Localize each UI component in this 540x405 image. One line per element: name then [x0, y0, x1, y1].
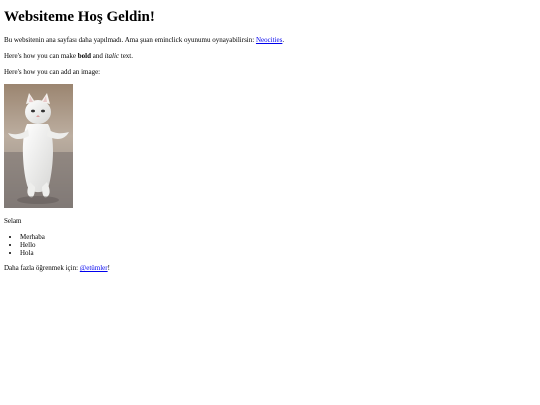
- learn-more-link[interactable]: @etümler: [80, 264, 108, 272]
- list-item: Merhaba: [20, 233, 534, 241]
- italic-example: italic: [104, 52, 119, 60]
- page-content: Websiteme Hoş Geldin! Bu websitenin ana …: [4, 8, 534, 280]
- intro-text: Bu websitenin ana sayfası daha yapılmadı…: [4, 36, 256, 44]
- greeting-text: Selam: [4, 217, 22, 225]
- intro-paragraph: Bu websitenin ana sayfası daha yapılmadı…: [4, 36, 534, 45]
- intro-period: .: [282, 36, 285, 44]
- greeting-list: Merhaba Hello Hola: [4, 233, 534, 257]
- bold-example: bold: [77, 52, 91, 60]
- formatting-paragraph: Here's how you can make bold and italic …: [4, 52, 534, 61]
- formatting-suffix: text.: [119, 52, 133, 60]
- formatting-prefix: Here's how you can make: [4, 52, 78, 60]
- formatting-middle: and: [91, 52, 105, 60]
- list-item: Hello: [20, 241, 534, 249]
- page-title: Websiteme Hoş Geldin!: [4, 9, 155, 25]
- footer-suffix: !: [107, 264, 110, 272]
- image-instruction: Here's how you can add an image:: [4, 68, 101, 76]
- footer-prefix: Daha fazla öğrenmek için:: [4, 264, 80, 272]
- cat-image: [4, 84, 73, 208]
- footer-paragraph: Daha fazla öğrenmek için: @etümler!: [4, 264, 534, 273]
- neocities-link[interactable]: Neocities: [256, 36, 282, 44]
- list-item: Hola: [20, 249, 534, 257]
